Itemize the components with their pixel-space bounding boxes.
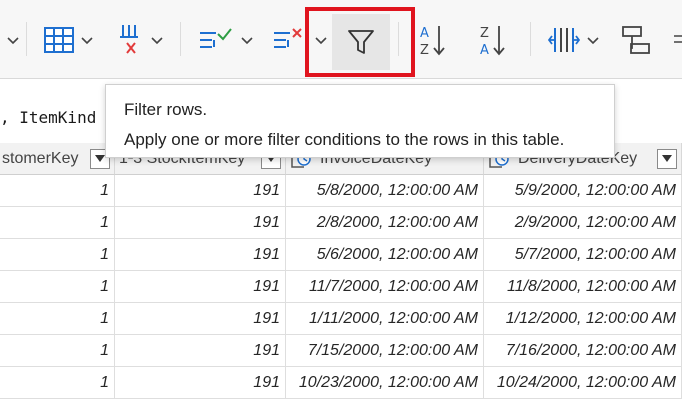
table-cell[interactable]: 191 [115,335,286,367]
table-cell[interactable]: 191 [115,271,286,303]
column-filter-dropdown[interactable] [657,149,677,169]
table-cell[interactable]: 5/8/2000, 12:00:00 AM [286,175,484,207]
table-cell[interactable]: 10/23/2000, 12:00:00 AM [286,367,484,399]
table-cell[interactable]: 191 [115,175,286,207]
table-cell[interactable]: 1 [0,303,115,335]
remove-columns-button[interactable] [118,20,164,60]
table-row: 1 191 5/6/2000, 12:00:00 AM 5/7/2000, 12… [0,239,682,271]
table-cell[interactable]: 191 [115,207,286,239]
split-column-button[interactable] [548,20,600,60]
table-cell[interactable]: 2/9/2000, 12:00:00 AM [484,207,682,239]
table-cell[interactable]: 11/7/2000, 12:00:00 AM [286,271,484,303]
split-column-icon [120,25,138,54]
sort-ascending-button[interactable]: A Z [418,20,448,60]
table-cell[interactable]: 1 [0,367,115,399]
group-by-button[interactable] [620,20,652,60]
triangle-down-icon [95,155,105,162]
sort-descending-icon: Z A [480,26,505,57]
filter-rows-tooltip: Filter rows. Apply one or more filter co… [105,84,615,158]
table-cell[interactable]: 191 [115,303,286,335]
table-cell[interactable]: 191 [115,239,286,271]
table-row: 1 191 7/15/2000, 12:00:00 AM 7/16/2000, … [0,335,682,367]
sort-ascending-icon: A Z [420,26,445,57]
svg-text:A: A [480,43,489,57]
column-header-label: stomerKey [2,149,79,167]
table-cell[interactable]: 1 [0,207,115,239]
table-cell[interactable]: 7/16/2000, 12:00:00 AM [484,335,682,367]
chevron-down-icon [151,37,163,45]
table-row: 1 191 1/11/2000, 12:00:00 AM 1/12/2000, … [0,303,682,335]
column-header-customerkey[interactable]: stomerKey [0,143,115,175]
table-row: 1 191 11/7/2000, 12:00:00 AM 11/8/2000, … [0,271,682,303]
table-cell[interactable]: 1 [0,175,115,207]
table-row: 1 191 2/8/2000, 12:00:00 AM 2/9/2000, 12… [0,207,682,239]
toolbar-divider [26,22,27,56]
svg-text:Z: Z [420,43,429,57]
sort-descending-button[interactable]: Z A [478,20,508,60]
tooltip-description: Apply one or more filter conditions to t… [124,130,565,149]
table-cell[interactable]: 1 [0,335,115,367]
group-by-icon [622,26,650,54]
split-icon [548,28,580,52]
table-cell[interactable]: 5/7/2000, 12:00:00 AM [484,239,682,271]
keep-rows-icon [200,28,232,48]
table-cell[interactable]: 2/8/2000, 12:00:00 AM [286,207,484,239]
table-cell[interactable]: 10/24/2000, 12:00:00 AM [484,367,682,399]
table-row: 1 191 5/8/2000, 12:00:00 AM 5/9/2000, 12… [0,175,682,207]
chevron-down-icon [81,37,93,45]
chevron-down-icon[interactable] [0,20,20,60]
ribbon-toolbar: A Z Z A [0,0,682,79]
tooltip-title: Filter rows. [124,100,208,119]
table-cell[interactable]: 1/11/2000, 12:00:00 AM [286,303,484,335]
chevron-down-icon [241,37,253,45]
table-cell[interactable]: 11/8/2000, 12:00:00 AM [484,271,682,303]
table-cell[interactable]: 1 [0,271,115,303]
svg-text:A: A [420,26,429,41]
table-cell[interactable]: 7/15/2000, 12:00:00 AM [286,335,484,367]
table-row: 1 191 10/23/2000, 12:00:00 AM 10/24/2000… [0,367,682,399]
table-cell[interactable]: 1 [0,239,115,271]
chevron-down-icon [587,37,599,45]
svg-text:Z: Z [480,26,489,41]
table-cell[interactable]: 5/6/2000, 12:00:00 AM [286,239,484,271]
toolbar-divider [530,22,531,56]
table-icon [44,27,74,53]
more-icon[interactable] [672,20,682,60]
table-cell[interactable]: 1/12/2000, 12:00:00 AM [484,303,682,335]
toolbar-divider [398,22,399,56]
toolbar-divider [180,22,181,56]
table-cell[interactable]: 5/9/2000, 12:00:00 AM [484,175,682,207]
keep-rows-button[interactable] [198,20,254,60]
formula-bar-text[interactable]: , ItemKind [0,108,96,127]
remove-rows-icon [274,28,302,48]
triangle-down-icon [662,155,672,162]
table-cell[interactable]: 191 [115,367,286,399]
table-menu-button[interactable] [44,20,94,60]
